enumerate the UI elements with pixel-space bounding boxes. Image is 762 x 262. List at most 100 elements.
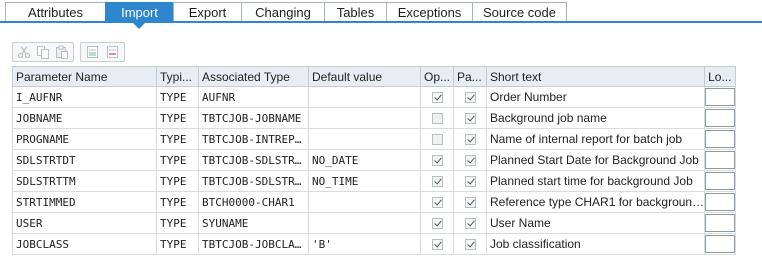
- delete-row-button[interactable]: [105, 44, 121, 60]
- optional-checkbox-cell[interactable]: [420, 149, 454, 171]
- column-header-default-value[interactable]: Default value: [308, 66, 421, 87]
- pass-value-checkbox[interactable]: [464, 92, 476, 104]
- parameter-name-cell[interactable]: SDLSTRTDT: [12, 149, 157, 171]
- associated-type-cell[interactable]: AUFNR: [198, 86, 309, 108]
- long-text-button[interactable]: [705, 235, 735, 253]
- long-text-cell[interactable]: [704, 191, 737, 213]
- short-text-cell[interactable]: Job classification: [485, 233, 706, 255]
- optional-checkbox[interactable]: [431, 155, 443, 167]
- long-text-button[interactable]: [705, 151, 735, 169]
- pass-value-checkbox[interactable]: [464, 218, 476, 230]
- short-text-cell[interactable]: Reference type CHAR1 for backgroun…: [485, 191, 706, 213]
- long-text-cell[interactable]: [704, 107, 737, 129]
- table-row[interactable]: SDLSTRTTM TYPE TBTCJOB-SDLSTR… NO_TIME Plann…: [12, 170, 737, 192]
- typing-cell[interactable]: TYPE: [156, 86, 199, 108]
- typing-cell[interactable]: TYPE: [156, 233, 199, 255]
- optional-checkbox-cell[interactable]: [420, 191, 454, 213]
- short-text-cell[interactable]: Planned start time for background Job: [485, 170, 706, 192]
- insert-row-button[interactable]: [85, 44, 101, 60]
- default-value-cell[interactable]: 'B': [308, 233, 421, 255]
- long-text-cell[interactable]: [704, 233, 737, 255]
- optional-checkbox[interactable]: [431, 197, 443, 209]
- pass-value-checkbox-cell[interactable]: [453, 212, 487, 234]
- column-header-typing[interactable]: Typi...: [156, 66, 199, 87]
- associated-type-cell[interactable]: TBTCJOB-INTREP…: [198, 128, 309, 150]
- long-text-button[interactable]: [705, 109, 735, 127]
- parameter-name-cell[interactable]: PROGNAME: [12, 128, 157, 150]
- optional-checkbox-cell[interactable]: [420, 212, 454, 234]
- default-value-cell[interactable]: [308, 107, 421, 129]
- long-text-button[interactable]: [705, 130, 735, 148]
- table-row[interactable]: USER TYPE SYUNAME User Name: [12, 212, 737, 234]
- typing-cell[interactable]: TYPE: [156, 170, 199, 192]
- long-text-button[interactable]: [705, 214, 735, 232]
- optional-checkbox[interactable]: [431, 92, 443, 104]
- default-value-cell[interactable]: [308, 212, 421, 234]
- short-text-cell[interactable]: Order Number: [485, 86, 706, 108]
- associated-type-cell[interactable]: SYUNAME: [198, 212, 309, 234]
- typing-cell[interactable]: TYPE: [156, 212, 199, 234]
- pass-value-checkbox[interactable]: [464, 176, 476, 188]
- pass-value-checkbox-cell[interactable]: [453, 170, 487, 192]
- typing-cell[interactable]: TYPE: [156, 149, 199, 171]
- optional-checkbox-cell[interactable]: [420, 170, 454, 192]
- table-row[interactable]: PROGNAME TYPE TBTCJOB-INTREP… Name of inter…: [12, 128, 737, 150]
- table-row[interactable]: SDLSTRTDT TYPE TBTCJOB-SDLSTR… NO_DATE Plann…: [12, 149, 737, 171]
- parameter-name-cell[interactable]: JOBCLASS: [12, 233, 157, 255]
- short-text-cell[interactable]: Background job name: [485, 107, 706, 129]
- default-value-cell[interactable]: [308, 86, 421, 108]
- typing-cell[interactable]: TYPE: [156, 128, 199, 150]
- default-value-cell[interactable]: NO_DATE: [308, 149, 421, 171]
- pass-value-checkbox-cell[interactable]: [453, 86, 487, 108]
- long-text-button[interactable]: [705, 193, 735, 211]
- long-text-cell[interactable]: [704, 86, 737, 108]
- typing-cell[interactable]: TYPE: [156, 191, 199, 213]
- tab-tables[interactable]: Tables: [324, 2, 387, 21]
- pass-value-checkbox-cell[interactable]: [453, 107, 487, 129]
- tab-attributes[interactable]: Attributes: [5, 2, 106, 21]
- associated-type-cell[interactable]: TBTCJOB-JOBCLA…: [198, 233, 309, 255]
- long-text-cell[interactable]: [704, 149, 737, 171]
- associated-type-cell[interactable]: BTCH0000-CHAR1: [198, 191, 309, 213]
- optional-checkbox-cell[interactable]: [420, 107, 454, 129]
- column-header-pass-value[interactable]: Pa...: [453, 66, 487, 87]
- parameter-name-cell[interactable]: SDLSTRTTM: [12, 170, 157, 192]
- table-row[interactable]: I_AUFNR TYPE AUFNR Order Number: [12, 86, 737, 108]
- optional-checkbox[interactable]: [431, 218, 443, 230]
- table-row[interactable]: STRTIMMED TYPE BTCH0000-CHAR1 Reference typ…: [12, 191, 737, 213]
- long-text-cell[interactable]: [704, 170, 737, 192]
- column-header-optional[interactable]: Op...: [420, 66, 454, 87]
- table-row[interactable]: JOBCLASS TYPE TBTCJOB-JOBCLA… 'B' Job classi…: [12, 233, 737, 255]
- pass-value-checkbox[interactable]: [464, 155, 476, 167]
- associated-type-cell[interactable]: TBTCJOB-JOBNAME: [198, 107, 309, 129]
- cut-button[interactable]: [16, 44, 32, 60]
- long-text-cell[interactable]: [704, 212, 737, 234]
- tab-changing[interactable]: Changing: [241, 2, 325, 21]
- long-text-cell[interactable]: [704, 128, 737, 150]
- pass-value-checkbox[interactable]: [464, 239, 476, 251]
- pass-value-checkbox[interactable]: [464, 134, 476, 146]
- optional-checkbox[interactable]: [431, 239, 443, 251]
- tab-exceptions[interactable]: Exceptions: [386, 2, 473, 21]
- default-value-cell[interactable]: [308, 128, 421, 150]
- short-text-cell[interactable]: Planned Start Date for Background Job: [485, 149, 706, 171]
- parameter-name-cell[interactable]: STRTIMMED: [12, 191, 157, 213]
- tab-source-code[interactable]: Source code: [472, 2, 567, 21]
- typing-cell[interactable]: TYPE: [156, 107, 199, 129]
- pass-value-checkbox[interactable]: [464, 197, 476, 209]
- paste-button[interactable]: [54, 44, 70, 60]
- pass-value-checkbox-cell[interactable]: [453, 128, 487, 150]
- column-header-parameter-name[interactable]: Parameter Name: [12, 66, 157, 87]
- short-text-cell[interactable]: Name of internal report for batch job: [485, 128, 706, 150]
- associated-type-cell[interactable]: TBTCJOB-SDLSTR…: [198, 170, 309, 192]
- optional-checkbox[interactable]: [431, 134, 443, 146]
- column-header-long-text[interactable]: Lo...: [704, 66, 737, 87]
- parameter-name-cell[interactable]: USER: [12, 212, 157, 234]
- default-value-cell[interactable]: [308, 191, 421, 213]
- parameter-name-cell[interactable]: JOBNAME: [12, 107, 157, 129]
- column-header-associated-type[interactable]: Associated Type: [198, 66, 309, 87]
- table-row[interactable]: JOBNAME TYPE TBTCJOB-JOBNAME Background job…: [12, 107, 737, 129]
- default-value-cell[interactable]: NO_TIME: [308, 170, 421, 192]
- optional-checkbox[interactable]: [431, 113, 443, 125]
- long-text-button[interactable]: [705, 172, 735, 190]
